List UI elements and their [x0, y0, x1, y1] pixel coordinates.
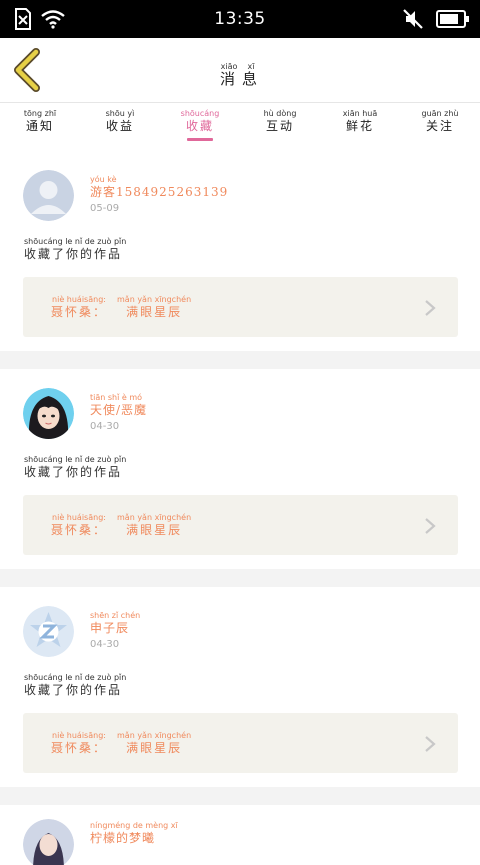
action-text: shōucáng le nǐ de zuò pǐn 收藏了你的作品	[24, 673, 127, 697]
status-bar: 13:35	[0, 0, 480, 38]
chevron-right-icon	[425, 300, 436, 316]
app-header: xiāo 消 xī 息	[0, 38, 480, 103]
message-date: 04-30	[90, 639, 120, 650]
work-link[interactable]: niè huáisāng: 聂怀桑： mǎn yǎn xīngchén 满眼星辰	[23, 713, 458, 773]
action-text: shōucáng le nǐ de zuò pǐn 收藏了你的作品	[24, 237, 127, 261]
default-avatar-icon[interactable]	[23, 170, 74, 221]
user-avatar-icon[interactable]	[23, 819, 74, 865]
tab-earnings[interactable]: shōu yì 收益	[80, 109, 160, 134]
message-date: 04-30	[90, 421, 120, 432]
girl-avatar-icon[interactable]	[23, 388, 74, 439]
message-list: yóu kè 游客15849252631​39 05-09 shōucáng l…	[0, 151, 480, 865]
username[interactable]: níngméng de mèng xī 柠檬的梦曦	[90, 821, 178, 846]
divider	[0, 351, 480, 369]
z-logo-avatar-icon[interactable]	[23, 606, 74, 657]
list-item[interactable]: tiān shǐ è mó 天使/恶魔 04-30 shōucáng le nǐ…	[0, 369, 480, 569]
chevron-right-icon	[425, 736, 436, 752]
list-item[interactable]: yóu kè 游客15849252631​39 05-09 shōucáng l…	[0, 151, 480, 351]
work-link[interactable]: niè huáisāng: 聂怀桑： mǎn yǎn xīngchén 满眼星辰	[23, 495, 458, 555]
work-link[interactable]: niè huáisāng: 聂怀桑： mǎn yǎn xīngchén 满眼星辰	[23, 277, 458, 337]
divider	[0, 569, 480, 587]
username[interactable]: tiān shǐ è mó 天使/恶魔	[90, 393, 147, 418]
username[interactable]: shēn zǐ chén 申子辰	[90, 611, 140, 636]
active-tab-indicator	[187, 138, 213, 141]
list-item[interactable]: níngméng de mèng xī 柠檬的梦曦	[0, 805, 480, 865]
tab-bar: tōng zhī 通知 shōu yì 收益 shōucáng 收藏 hù dòng 互…	[0, 103, 480, 151]
tab-follow[interactable]: guān zhù 关注	[400, 109, 480, 134]
page-title: xiāo 消 xī 息	[219, 62, 261, 88]
action-text: shōucáng le nǐ de zuò pǐn 收藏了你的作品	[24, 455, 127, 479]
mute-icon	[403, 9, 423, 29]
tab-favorites[interactable]: shōucáng 收藏	[160, 109, 240, 141]
chevron-right-icon	[425, 518, 436, 534]
tab-notice[interactable]: tōng zhī 通知	[0, 109, 80, 134]
battery-icon	[436, 10, 469, 28]
divider	[0, 787, 480, 805]
username[interactable]: yóu kè 游客15849252631​39	[90, 175, 228, 200]
tab-flowers[interactable]: xiān huā 鲜花	[320, 109, 400, 134]
tab-interaction[interactable]: hù dòng 互动	[240, 109, 320, 134]
message-date: 05-09	[90, 203, 120, 214]
list-item[interactable]: shēn zǐ chén 申子辰 04-30 shōucáng le nǐ de…	[0, 587, 480, 787]
